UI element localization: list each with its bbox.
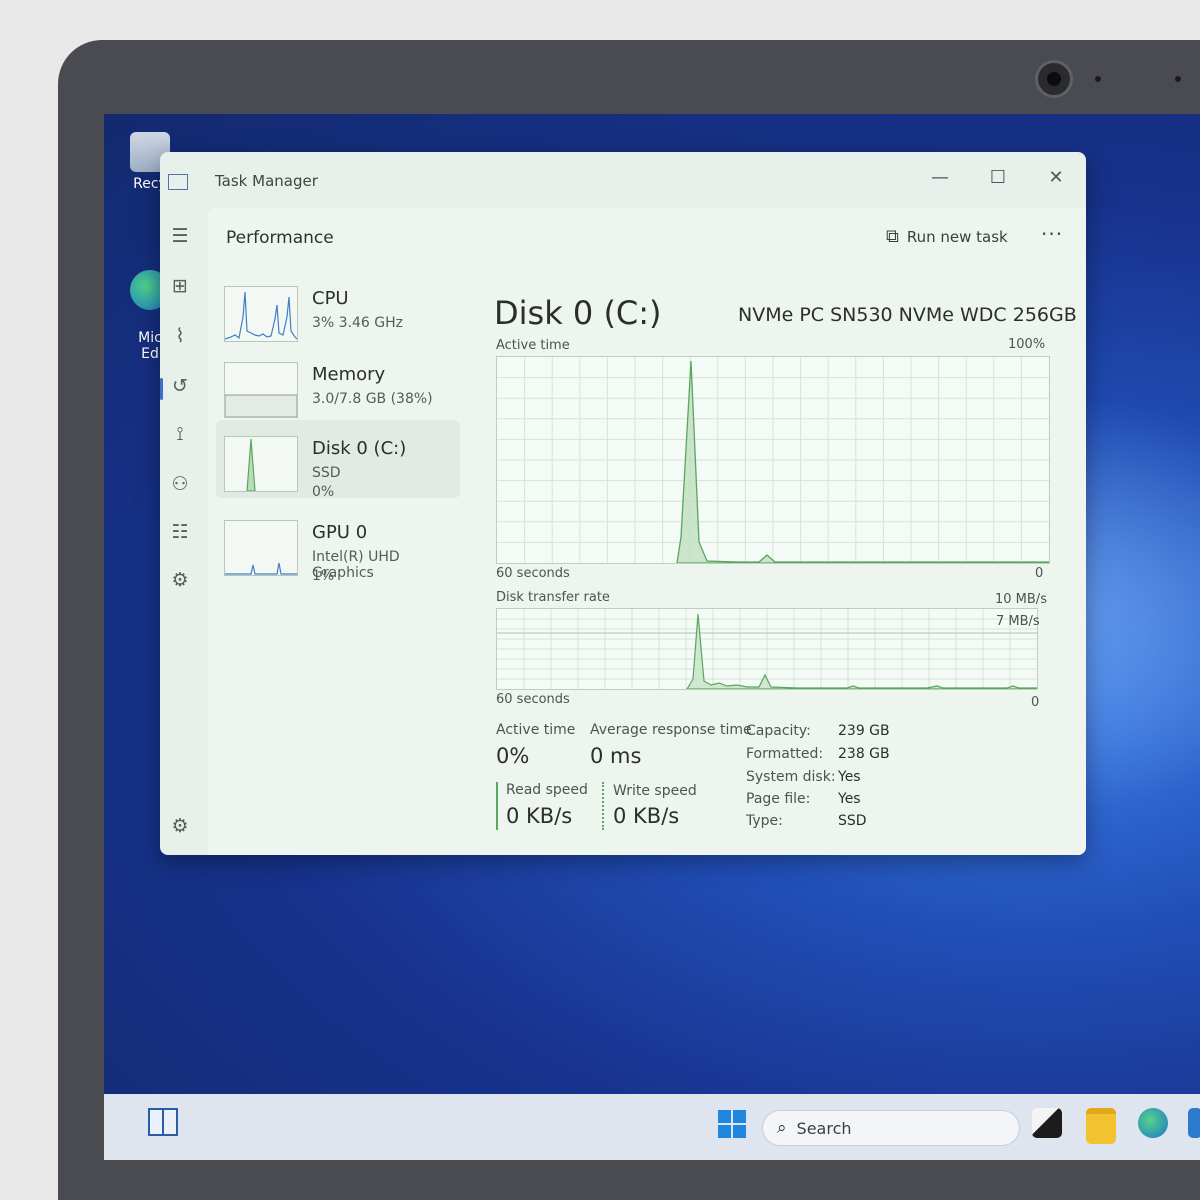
disk-thumbnail-graph bbox=[224, 436, 298, 492]
start-logo-tile bbox=[733, 1125, 746, 1138]
disk-title: Disk 0 (C:) bbox=[494, 294, 662, 332]
hamburger-menu-icon[interactable]: ☰ bbox=[166, 222, 194, 250]
disk-model: NVMe PC SN530 NVMe WDC 256GB bbox=[738, 304, 1077, 326]
resource-name: CPU bbox=[312, 288, 349, 309]
active-indicator bbox=[160, 378, 163, 400]
memory-thumbnail-graph bbox=[224, 362, 298, 418]
task-manager-app-icon bbox=[168, 174, 188, 190]
active-time-graph-min: 0 bbox=[1035, 566, 1044, 581]
widgets-icon[interactable] bbox=[148, 1108, 178, 1136]
property-key: Type: bbox=[746, 813, 783, 829]
resource-detail: 3% 3.46 GHz bbox=[312, 315, 404, 331]
start-logo-tile bbox=[718, 1110, 731, 1123]
resource-item-memory[interactable]: Memory 3.0/7.8 GB (38%) bbox=[216, 346, 460, 424]
run-task-icon: ⧉ bbox=[886, 226, 899, 247]
store-icon[interactable] bbox=[1188, 1108, 1200, 1138]
start-logo-tile bbox=[718, 1125, 731, 1138]
resource-detail: 3.0/7.8 GB (38%) bbox=[312, 391, 433, 407]
transfer-rate-graph bbox=[496, 608, 1038, 690]
property-value: 238 GB bbox=[838, 746, 890, 762]
sensor-dot bbox=[1095, 76, 1101, 82]
file-explorer-icon[interactable] bbox=[1086, 1108, 1116, 1144]
resource-usage: 0% bbox=[312, 484, 335, 500]
users-icon[interactable]: ⚇ bbox=[166, 470, 194, 498]
webcam bbox=[1035, 60, 1073, 98]
avg-response-value: 0 ms bbox=[590, 744, 642, 768]
taskbar: ⌕ Search bbox=[104, 1094, 1200, 1160]
resource-name: GPU 0 bbox=[312, 522, 368, 543]
active-time-stat-label: Active time bbox=[496, 722, 576, 738]
property-value: Yes bbox=[838, 769, 861, 785]
avg-response-label: Average response time bbox=[590, 722, 752, 738]
transfer-graph-reference: 7 MB/s bbox=[996, 614, 1040, 629]
resource-item-disk[interactable]: Disk 0 (C:) SSD 0% bbox=[216, 420, 460, 500]
property-key: Formatted: bbox=[746, 746, 824, 762]
resource-usage: 1% bbox=[312, 568, 335, 584]
page-title: Performance bbox=[226, 228, 334, 248]
transfer-graph-label: Disk transfer rate bbox=[496, 590, 610, 605]
read-speed-label: Read speed bbox=[506, 782, 588, 798]
screen: Recy Mic Ed Task Manager — ☐ ✕ ☰ ⊞ ⌇ ↺ ⟟… bbox=[104, 114, 1200, 1160]
resource-name: Memory bbox=[312, 364, 386, 385]
read-speed-indicator bbox=[496, 782, 498, 830]
cpu-thumbnail-graph bbox=[224, 286, 298, 342]
startup-apps-icon[interactable]: ⟟ bbox=[166, 420, 194, 448]
navigation-rail: ☰ ⊞ ⌇ ↺ ⟟ ⚇ ☷ ⚙ ⚙ bbox=[160, 208, 208, 855]
edge-taskbar-icon[interactable] bbox=[1138, 1108, 1168, 1138]
read-speed-value: 0 KB/s bbox=[506, 804, 573, 828]
active-time-graph-x-label: 60 seconds bbox=[496, 566, 570, 581]
window-title: Task Manager bbox=[215, 172, 318, 190]
task-manager-window: Task Manager — ☐ ✕ ☰ ⊞ ⌇ ↺ ⟟ ⚇ ☷ ⚙ ⚙ Per… bbox=[160, 152, 1086, 855]
task-view-icon[interactable] bbox=[1032, 1108, 1062, 1138]
maximize-button[interactable]: ☐ bbox=[978, 162, 1018, 194]
resource-item-cpu[interactable]: CPU 3% 3.46 GHz bbox=[216, 270, 460, 348]
property-key: Page file: bbox=[746, 791, 811, 807]
services-icon[interactable]: ⚙ bbox=[166, 566, 194, 594]
more-options-button[interactable]: ··· bbox=[1041, 222, 1063, 246]
property-key: System disk: bbox=[746, 769, 836, 785]
taskbar-search[interactable]: ⌕ Search bbox=[762, 1110, 1020, 1146]
details-icon[interactable]: ☷ bbox=[166, 518, 194, 546]
processes-icon[interactable]: ⊞ bbox=[166, 272, 194, 300]
write-speed-label: Write speed bbox=[613, 783, 697, 799]
search-icon: ⌕ bbox=[777, 1118, 787, 1138]
performance-pane: Performance ⧉ Run new task ··· CPU 3% 3.… bbox=[208, 208, 1086, 855]
property-value: SSD bbox=[838, 813, 867, 829]
active-time-graph-label: Active time bbox=[496, 338, 570, 353]
resource-item-gpu[interactable]: GPU 0 Intel(R) UHD Graphics 1% bbox=[216, 504, 460, 584]
run-new-task-button[interactable]: ⧉ Run new task bbox=[886, 226, 1008, 247]
settings-icon[interactable]: ⚙ bbox=[166, 812, 194, 840]
resource-name: Disk 0 (C:) bbox=[312, 438, 407, 459]
performance-icon[interactable]: ⌇ bbox=[166, 322, 194, 350]
transfer-graph-max: 10 MB/s bbox=[995, 592, 1047, 607]
property-key: Capacity: bbox=[746, 723, 811, 739]
write-speed-indicator bbox=[602, 782, 604, 830]
sensor-dot bbox=[1175, 76, 1181, 82]
active-time-graph-max: 100% bbox=[1008, 337, 1046, 352]
transfer-graph-x-label: 60 seconds bbox=[496, 692, 570, 707]
run-new-task-label: Run new task bbox=[906, 227, 1008, 246]
active-time-graph bbox=[496, 356, 1050, 564]
start-button[interactable] bbox=[718, 1110, 746, 1138]
gpu-thumbnail-graph bbox=[224, 520, 298, 576]
search-placeholder: Search bbox=[796, 1118, 852, 1138]
property-value: 239 GB bbox=[838, 723, 890, 739]
active-time-stat-value: 0% bbox=[496, 744, 530, 768]
transfer-graph-min: 0 bbox=[1031, 695, 1040, 710]
resource-detail: SSD bbox=[312, 465, 341, 481]
title-bar[interactable]: Task Manager — ☐ ✕ bbox=[160, 152, 1086, 208]
app-history-icon[interactable]: ↺ bbox=[166, 372, 194, 400]
write-speed-value: 0 KB/s bbox=[613, 804, 680, 828]
close-button[interactable]: ✕ bbox=[1036, 162, 1076, 194]
property-value: Yes bbox=[838, 791, 861, 807]
minimize-button[interactable]: — bbox=[920, 162, 960, 194]
start-logo-tile bbox=[733, 1110, 746, 1123]
